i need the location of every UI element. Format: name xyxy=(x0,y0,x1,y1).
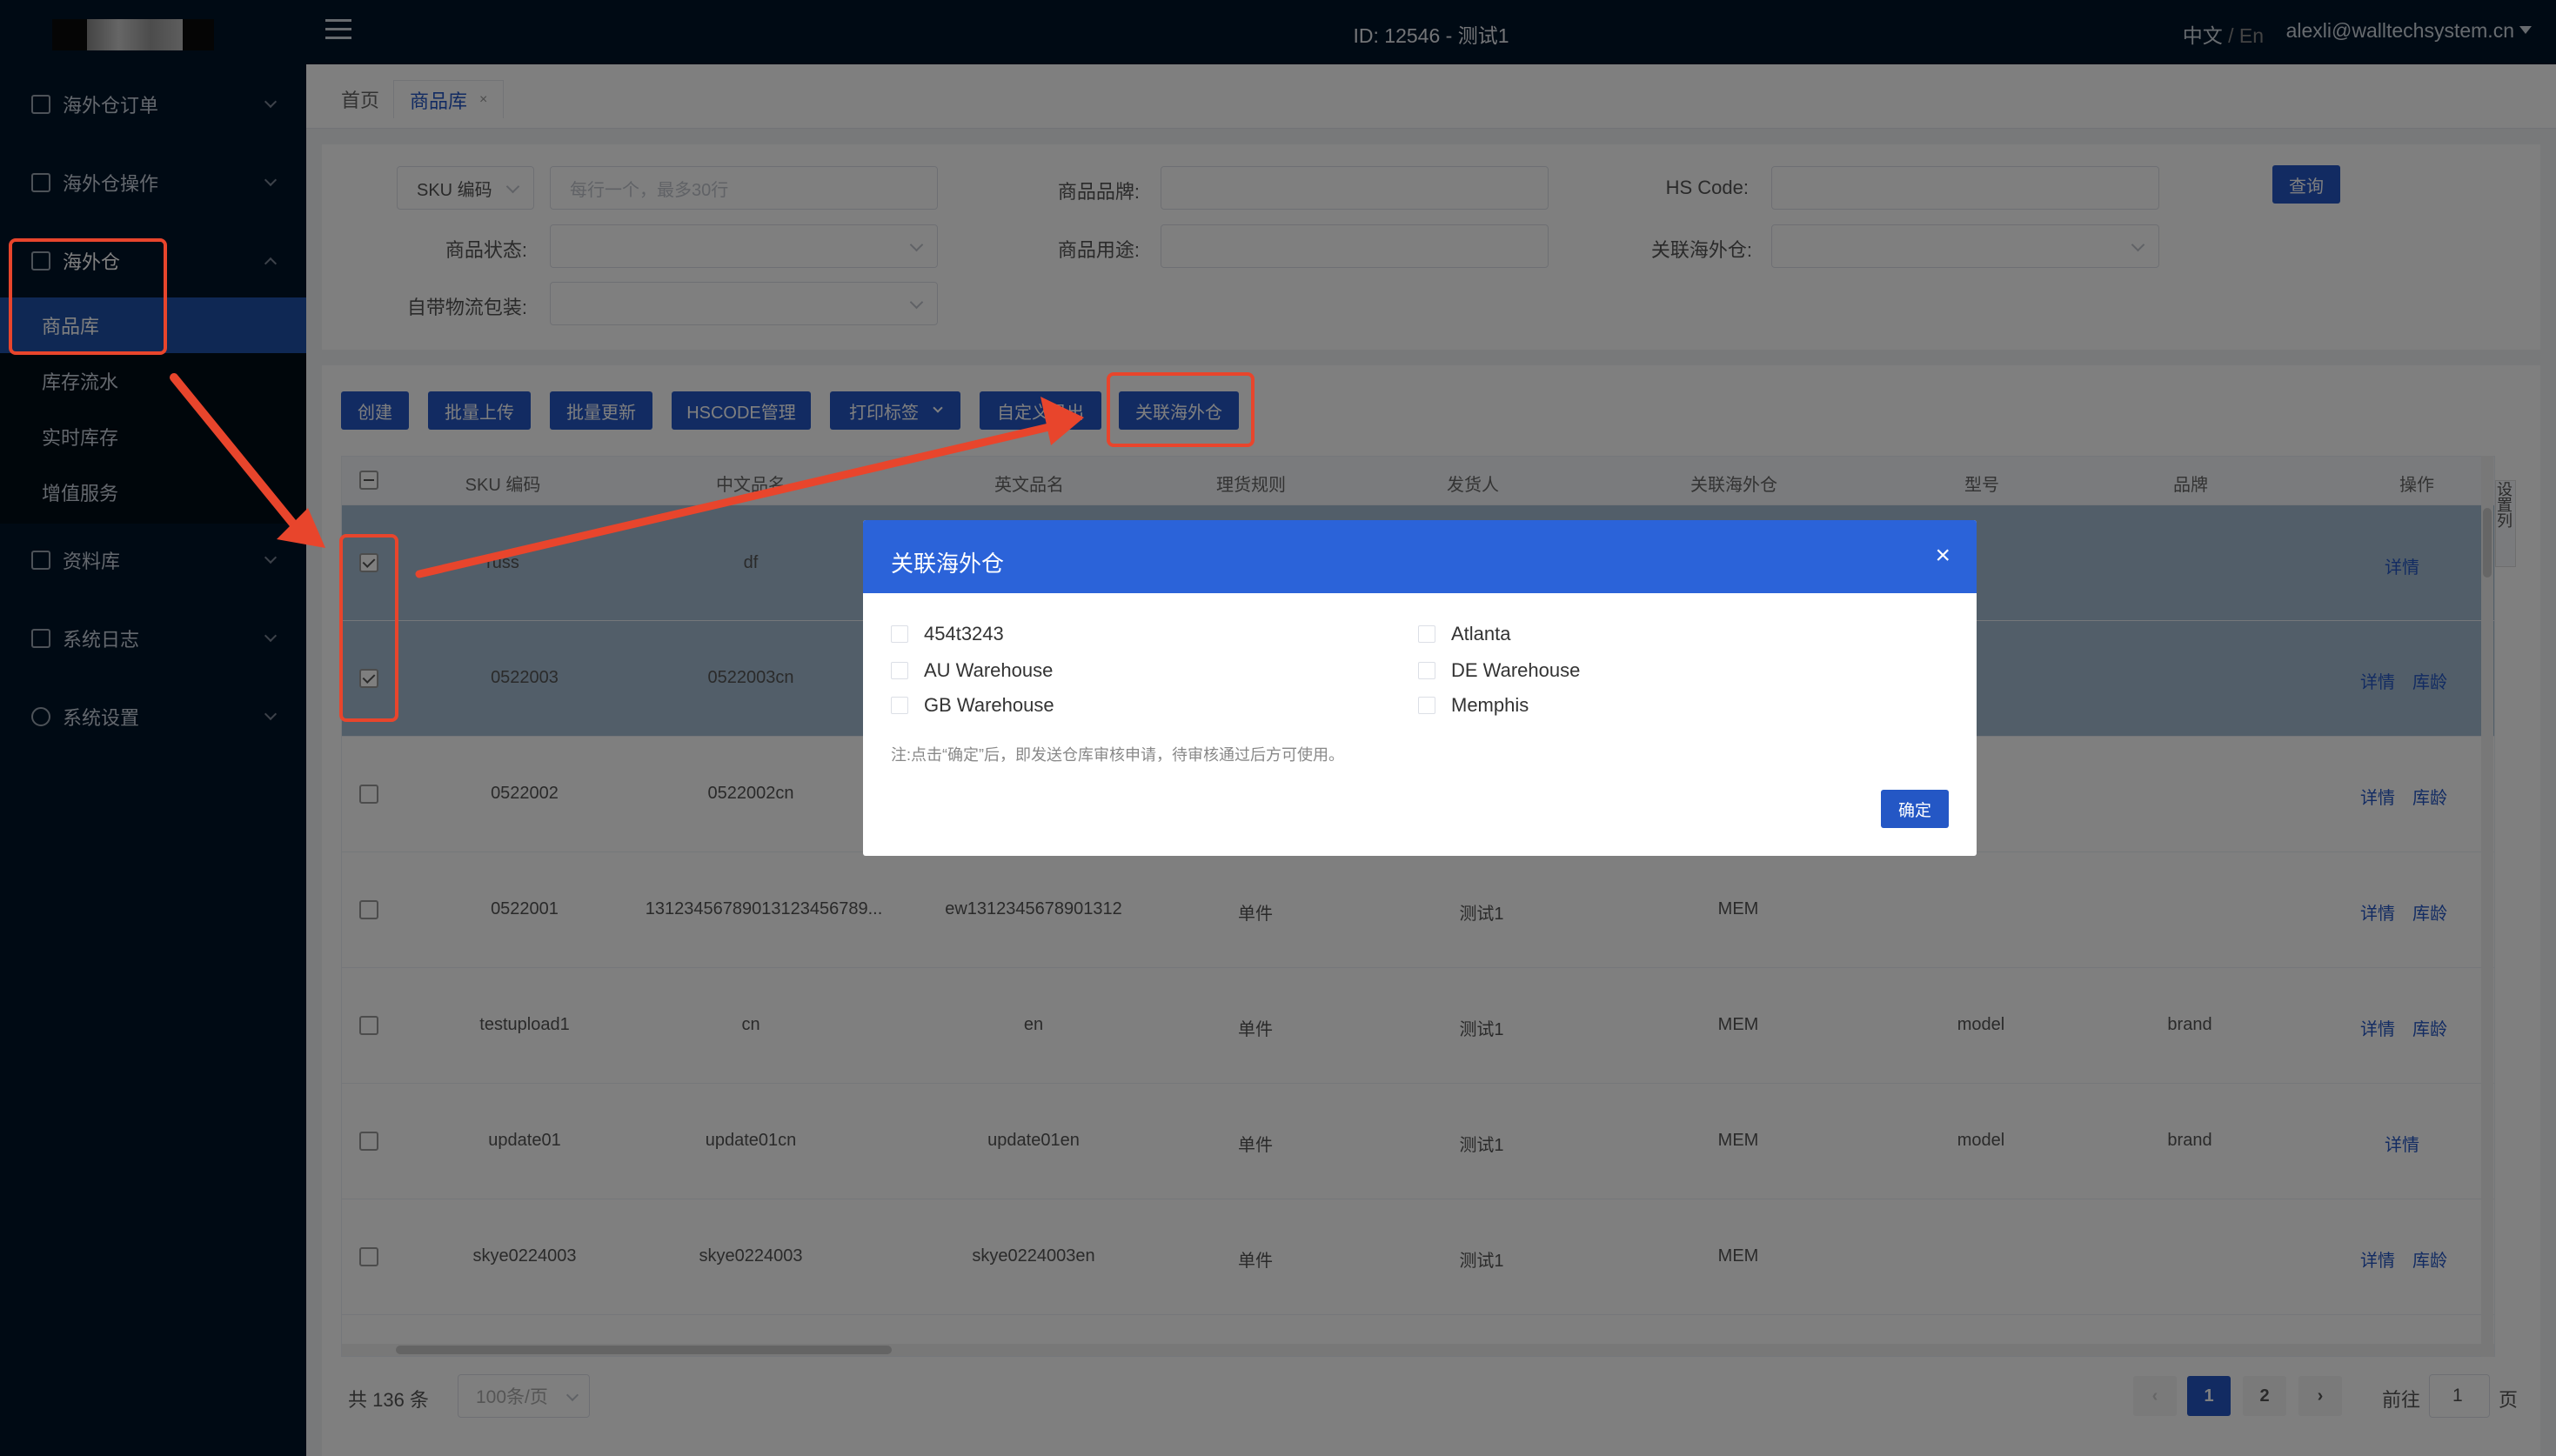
annotation-arrows xyxy=(170,373,1084,578)
